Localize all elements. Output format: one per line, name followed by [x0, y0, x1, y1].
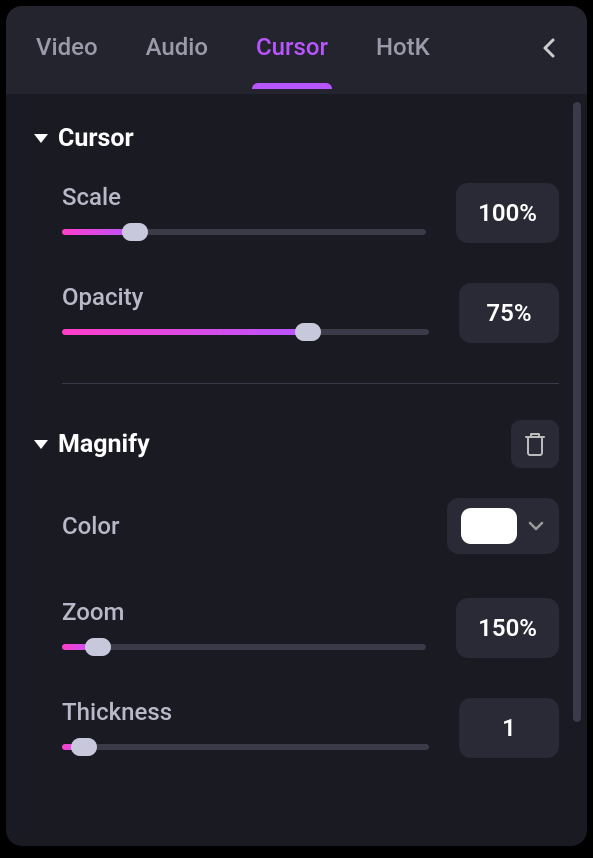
trash-icon	[523, 431, 547, 457]
slider-thumb[interactable]	[85, 638, 111, 656]
tab-hotkeys[interactable]: HotK	[376, 33, 430, 89]
slider-thumb[interactable]	[295, 323, 321, 341]
scale-value-input[interactable]: 100%	[456, 183, 559, 243]
thickness-value-input[interactable]: 1	[459, 698, 559, 758]
section-header-magnify[interactable]: Magnify	[34, 420, 559, 468]
control-zoom: Zoom 150%	[34, 598, 559, 658]
slider-thumb[interactable]	[122, 223, 148, 241]
control-thickness: Thickness 1	[34, 698, 559, 758]
opacity-slider[interactable]	[62, 329, 429, 335]
zoom-slider[interactable]	[62, 644, 426, 650]
section-title-magnify: Magnify	[58, 430, 150, 459]
content-area: Cursor Scale 100% Opacity 75%	[6, 94, 587, 846]
section-header-cursor[interactable]: Cursor	[34, 124, 559, 153]
color-label: Color	[62, 512, 120, 540]
divider	[62, 383, 559, 384]
chevron-left-icon[interactable]	[541, 36, 557, 60]
zoom-label: Zoom	[62, 598, 426, 626]
delete-magnify-button[interactable]	[511, 420, 559, 468]
opacity-value-input[interactable]: 75%	[459, 283, 559, 343]
opacity-label: Opacity	[62, 283, 429, 311]
control-scale: Scale 100%	[34, 183, 559, 243]
tab-cursor[interactable]: Cursor	[256, 33, 328, 89]
control-color: Color	[34, 498, 559, 554]
settings-panel: Video Audio Cursor HotK Cursor Scale 100…	[6, 6, 587, 846]
section-title-cursor: Cursor	[58, 124, 134, 153]
collapse-icon	[34, 134, 48, 143]
color-picker[interactable]	[447, 498, 559, 554]
thickness-label: Thickness	[62, 698, 429, 726]
thickness-slider[interactable]	[62, 744, 429, 750]
tab-video[interactable]: Video	[36, 33, 98, 89]
tabs-bar: Video Audio Cursor HotK	[6, 6, 587, 94]
chevron-down-icon	[527, 520, 545, 532]
zoom-value-input[interactable]: 150%	[456, 598, 559, 658]
collapse-icon	[34, 440, 48, 449]
tab-audio[interactable]: Audio	[146, 33, 208, 89]
scale-slider[interactable]	[62, 229, 426, 235]
scale-label: Scale	[62, 183, 426, 211]
control-opacity: Opacity 75%	[34, 283, 559, 343]
slider-thumb[interactable]	[71, 738, 97, 756]
color-swatch	[461, 508, 517, 544]
scrollbar[interactable]	[573, 102, 581, 722]
